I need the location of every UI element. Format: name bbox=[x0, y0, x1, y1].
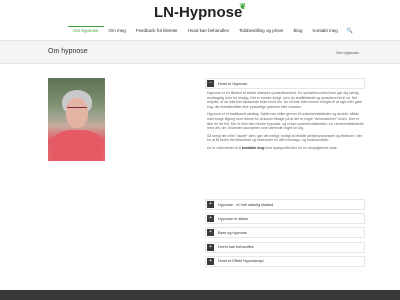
accordion-list: + Hypnose - et helt naturlig tilstand + … bbox=[205, 199, 365, 270]
accordion-item-label[interactable]: Hypnose - et helt naturlig tilstand bbox=[218, 203, 273, 207]
plus-icon[interactable]: + bbox=[207, 257, 214, 265]
nav-item-tidsbestilling[interactable]: Tidsbestilling og priser bbox=[234, 28, 289, 34]
accordion-item-label[interactable]: Hvad er Effekt Hypnoterapi bbox=[218, 259, 264, 263]
photo-shirt bbox=[52, 130, 102, 161]
accordion-item[interactable]: + Hypnose er sikker bbox=[205, 213, 365, 225]
site-logo[interactable]: LN-Hypnose❦ bbox=[0, 2, 400, 21]
minus-icon[interactable]: − bbox=[207, 80, 214, 87]
page-title: Om hypnose bbox=[48, 48, 88, 55]
main-content: − Hvad er Hypnose Hypnose er en tilstand… bbox=[205, 78, 365, 154]
accordion-item-label[interactable]: Hvem kan behandles bbox=[218, 245, 254, 249]
paragraph: Hypnose er en tilstand af ekstra skærpet… bbox=[207, 91, 363, 109]
nav-item-kontakt[interactable]: Kontakt meg bbox=[307, 28, 342, 34]
search-icon[interactable]: 🔍 bbox=[343, 28, 353, 34]
portrait-photo bbox=[48, 78, 105, 161]
paragraph: Hypnose er et traditionelt værktøj. Sæli… bbox=[207, 112, 364, 131]
plus-icon[interactable]: + bbox=[207, 201, 214, 208]
accordion-item[interactable]: + Børn og hypnose bbox=[205, 227, 365, 239]
accordion-title[interactable]: Hvad er Hypnose bbox=[218, 82, 247, 86]
contact-link[interactable]: kontakte meg bbox=[242, 146, 265, 150]
plus-icon[interactable]: + bbox=[207, 243, 214, 251]
logo-text[interactable]: LN-Hypnose bbox=[154, 4, 242, 21]
nav-item-hvad-kan-behandles[interactable]: Hvad kan behandles bbox=[183, 28, 234, 34]
accordion-item-label[interactable]: Hypnose er sikker bbox=[218, 217, 248, 221]
plus-icon[interactable]: + bbox=[207, 215, 214, 223]
accordion-item[interactable]: + Hypnose - et helt naturlig tilstand bbox=[205, 199, 365, 210]
contact-paragraph: Du er velkommen til å kontakte meg med s… bbox=[207, 146, 365, 151]
accordion-item-label[interactable]: Børn og hypnose bbox=[218, 231, 247, 235]
accordion-hvad-er-hypnose[interactable]: − Hvad er Hypnose bbox=[205, 78, 365, 89]
page-title-bar: Om hypnose Om hypnose bbox=[0, 40, 400, 64]
main-nav: Om hypnose Om meg Feedback fra klienter … bbox=[68, 26, 353, 34]
site-footer bbox=[0, 290, 400, 300]
paragraph: Så snegl den eller "skyde" dem, gør det … bbox=[207, 133, 363, 143]
contact-text-end: med spørgsmål eller for en uforpligtende… bbox=[265, 145, 338, 150]
nav-item-om-meg[interactable]: Om meg bbox=[104, 28, 131, 34]
nav-item-feedback[interactable]: Feedback fra klienter bbox=[131, 28, 183, 34]
breadcrumb[interactable]: Om hypnose bbox=[336, 50, 359, 55]
accordion-item[interactable]: + Hvad er Effekt Hypnoterapi bbox=[205, 255, 365, 267]
leaf-icon: ❦ bbox=[239, 2, 247, 11]
photo-glasses bbox=[67, 107, 87, 112]
site-header: LN-Hypnose❦ Om hypnose Om meg Feedback f… bbox=[0, 0, 400, 40]
accordion-item[interactable]: + Hvem kan behandles bbox=[205, 241, 365, 253]
nav-item-blog[interactable]: Blog bbox=[288, 28, 307, 34]
nav-item-om-hypnose[interactable]: Om hypnose bbox=[68, 26, 104, 34]
photo-face bbox=[66, 98, 88, 128]
plus-icon[interactable]: + bbox=[207, 229, 214, 237]
contact-text-start: Du er velkommen til å bbox=[207, 145, 241, 150]
